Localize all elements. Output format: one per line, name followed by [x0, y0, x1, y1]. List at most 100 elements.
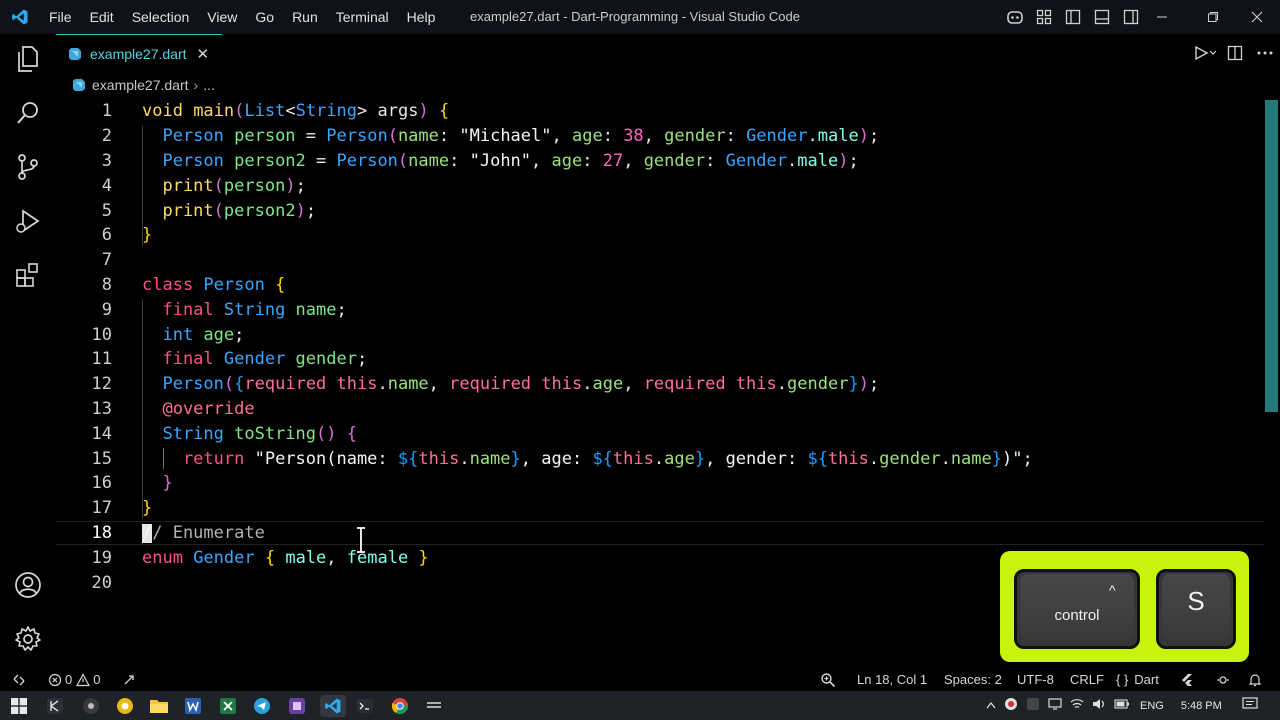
- code-token: =: [305, 150, 337, 171]
- code-line[interactable]: 2 Person person = Person(name: "Michael"…: [56, 124, 1264, 149]
- kali-app-icon[interactable]: [44, 695, 66, 717]
- source-control-icon[interactable]: [0, 144, 56, 190]
- chrome-canary-icon[interactable]: [114, 695, 136, 717]
- code-line[interactable]: 11 final Gender gender;: [56, 347, 1264, 372]
- code-line[interactable]: 14 String toString() {: [56, 421, 1264, 446]
- code-token: , age:: [520, 448, 593, 469]
- live-share-icon[interactable]: [1216, 668, 1230, 691]
- menu-terminal[interactable]: Terminal: [327, 0, 398, 34]
- menu-go[interactable]: Go: [246, 0, 283, 34]
- code-token: Person: [142, 126, 235, 147]
- vscode-taskbar-icon[interactable]: [320, 695, 346, 717]
- wifi-icon[interactable]: [1070, 698, 1084, 713]
- input-language[interactable]: ENG: [1140, 700, 1164, 712]
- code-line[interactable]: 8 class Person {: [56, 273, 1264, 298]
- language-mode[interactable]: { } Dart: [1116, 668, 1159, 691]
- indent-guide: [163, 448, 164, 469]
- tab-example27[interactable]: example27.dart ✕: [56, 34, 222, 72]
- volume-icon[interactable]: [1092, 698, 1106, 713]
- minimize-icon[interactable]: [1139, 0, 1185, 34]
- menu-view[interactable]: View: [198, 0, 246, 34]
- menu-help[interactable]: Help: [398, 0, 445, 34]
- more-actions-icon[interactable]: [1250, 51, 1280, 55]
- code-line[interactable]: 1 void main(List<String> args) {: [56, 99, 1264, 124]
- code-token: Gender: [746, 126, 808, 147]
- file-explorer-icon[interactable]: [148, 695, 170, 717]
- notifications-bell-icon[interactable]: [1248, 668, 1262, 691]
- telegram-icon[interactable]: [251, 695, 273, 717]
- code-token: (: [387, 126, 398, 147]
- encoding[interactable]: UTF-8: [1017, 668, 1054, 691]
- code-line[interactable]: 7: [56, 248, 1264, 273]
- manage-gear-icon[interactable]: [0, 616, 56, 662]
- code-token: Person: [336, 150, 398, 171]
- menu-selection[interactable]: Selection: [123, 0, 199, 34]
- code-line[interactable]: 12 Person({required this.name, required …: [56, 372, 1264, 397]
- code-line[interactable]: 16 }: [56, 471, 1264, 496]
- code-line[interactable]: 3 Person person2 = Person(name: "John", …: [56, 149, 1264, 174]
- terminal-icon[interactable]: [354, 695, 376, 717]
- code-line[interactable]: 6}: [56, 223, 1264, 248]
- search-icon[interactable]: [0, 90, 56, 136]
- code-token: .: [582, 374, 593, 395]
- breadcrumb-more[interactable]: ...: [203, 77, 215, 93]
- word-icon[interactable]: [182, 695, 204, 717]
- copilot-icon[interactable]: [1000, 9, 1029, 25]
- code-line[interactable]: 13 @override: [56, 397, 1264, 422]
- chrome-icon[interactable]: [389, 695, 411, 717]
- code-line[interactable]: 17}: [56, 496, 1264, 521]
- problems-indicator[interactable]: 0 0: [48, 668, 100, 691]
- explorer-icon[interactable]: [0, 36, 56, 82]
- remote-icon[interactable]: [12, 668, 26, 691]
- tab-close-icon[interactable]: ✕: [197, 45, 210, 63]
- editor-scrollbar[interactable]: [1265, 100, 1278, 412]
- code-token: name: [408, 150, 450, 171]
- menu-edit[interactable]: Edit: [81, 0, 123, 34]
- indentation[interactable]: Spaces: 2: [944, 668, 1002, 691]
- clock[interactable]: 5:48 PM: [1181, 700, 1222, 712]
- code-line[interactable]: 15 return "Person(name: ${this.name}, ag…: [56, 446, 1264, 471]
- code-line[interactable]: 18 // Enumerate: [56, 520, 1264, 546]
- code-token: person2: [223, 200, 296, 221]
- tray-chevron-icon[interactable]: [986, 700, 996, 712]
- split-editor-icon[interactable]: [1220, 45, 1250, 61]
- purple-app-icon[interactable]: [286, 695, 308, 717]
- tray-app-icon[interactable]: [1004, 697, 1018, 714]
- tray-kali-icon[interactable]: [1026, 697, 1040, 714]
- menu-file[interactable]: File: [40, 0, 81, 34]
- code-token: main: [193, 101, 235, 122]
- tray-monitor-icon[interactable]: [1048, 697, 1062, 714]
- action-center-icon[interactable]: [1242, 697, 1258, 714]
- zoom-icon[interactable]: [820, 668, 836, 691]
- extensions-icon[interactable]: [0, 252, 56, 298]
- windows-start-icon[interactable]: [8, 695, 30, 717]
- toggle-primary-sidebar-icon[interactable]: [1058, 9, 1087, 25]
- customize-layout-icon[interactable]: [1029, 9, 1058, 25]
- excel-icon[interactable]: [217, 695, 239, 717]
- close-window-icon[interactable]: [1234, 0, 1280, 34]
- code-line[interactable]: 4 print(person);: [56, 173, 1264, 198]
- battery-icon[interactable]: [1114, 699, 1130, 712]
- restore-icon[interactable]: [1190, 0, 1236, 34]
- accounts-icon[interactable]: [0, 562, 56, 608]
- run-file-icon[interactable]: [1190, 45, 1220, 61]
- breadcrumb-file[interactable]: example27.dart: [92, 77, 189, 93]
- code-token: name: [469, 448, 511, 469]
- obs-app-icon[interactable]: [80, 695, 102, 717]
- code-token: }: [848, 374, 859, 395]
- line-ending[interactable]: CRLF: [1070, 668, 1104, 691]
- vscode-logo-icon[interactable]: [0, 0, 40, 34]
- code-text: }: [142, 498, 152, 518]
- app-menu-icon[interactable]: [423, 695, 445, 717]
- ports-icon[interactable]: [122, 668, 136, 691]
- code-token: :: [705, 150, 726, 171]
- menu-run[interactable]: Run: [283, 0, 327, 34]
- code-line[interactable]: 5 print(person2);: [56, 198, 1264, 223]
- cursor-position[interactable]: Ln 18, Col 1: [857, 668, 927, 691]
- code-line[interactable]: 9 final String name;: [56, 297, 1264, 322]
- s-key: S: [1156, 569, 1236, 649]
- run-debug-icon[interactable]: [0, 198, 56, 244]
- toggle-panel-icon[interactable]: [1087, 9, 1116, 25]
- flutter-icon[interactable]: [1180, 668, 1194, 691]
- code-line[interactable]: 10 int age;: [56, 322, 1264, 347]
